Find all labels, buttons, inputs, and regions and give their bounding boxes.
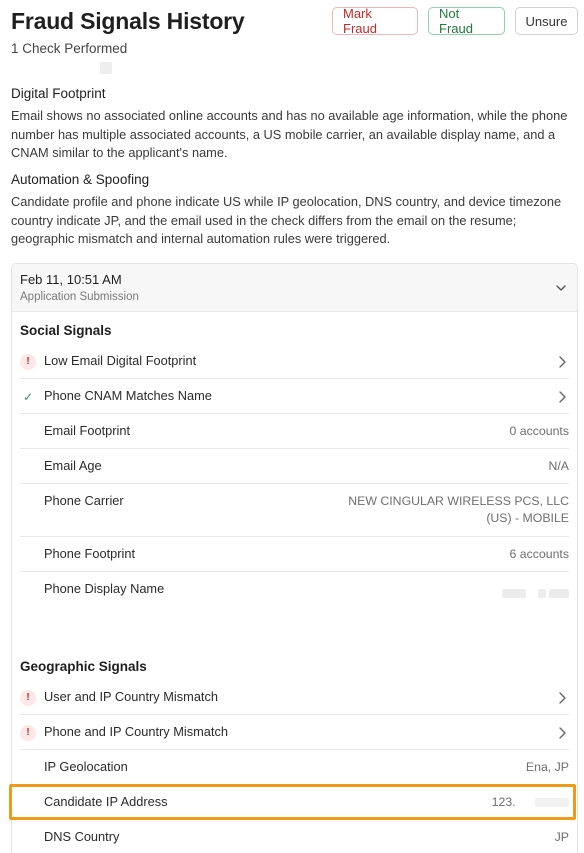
signal-row-phone-ip-mismatch[interactable]: ! Phone and IP Country Mismatch <box>20 715 569 750</box>
detail-value: NEW CINGULAR WIRELESS PCS, LLC (US) - MO… <box>348 493 569 527</box>
scrolled-off-content <box>11 62 121 74</box>
check-card-header[interactable]: Feb 11, 10:51 AM Application Submission <box>12 264 577 312</box>
check-date: Feb 11, 10:51 AM <box>20 272 122 287</box>
mark-fraud-button[interactable]: Mark Fraud <box>332 6 418 36</box>
carrier-type: (US) - MOBILE <box>486 511 569 525</box>
signal-row-user-ip-mismatch[interactable]: ! User and IP Country Mismatch <box>20 680 569 715</box>
detail-row-dns-country: DNS Country JP <box>20 820 569 853</box>
unsure-button[interactable]: Unsure <box>515 7 578 35</box>
detail-label: Phone Footprint <box>44 546 136 561</box>
carrier-name: NEW CINGULAR WIRELESS PCS, LLC <box>348 494 569 508</box>
signal-label: Phone and IP Country Mismatch <box>44 724 228 739</box>
geographic-signals-title: Geographic Signals <box>20 659 147 674</box>
chevron-right-icon[interactable] <box>557 726 567 740</box>
checks-count: 1 Check Performed <box>11 41 128 56</box>
detail-value: 6 accounts <box>509 547 569 561</box>
detail-label: Phone Display Name <box>44 581 165 596</box>
verdict-actions: Mark Fraud Not Fraud Unsure <box>332 6 578 36</box>
detail-value: JP <box>554 830 569 844</box>
detail-label: Email Age <box>44 458 102 473</box>
scrolled-off-chip <box>100 62 112 74</box>
signal-row-phone-cnam[interactable]: ✓ Phone CNAM Matches Name <box>20 379 569 414</box>
check-source: Application Submission <box>20 291 139 303</box>
page-header: Fraud Signals History 1 Check Performed … <box>11 6 578 59</box>
social-signals-title: Social Signals <box>20 323 112 338</box>
redacted-block <box>502 589 527 599</box>
signal-row-low-email-footprint[interactable]: ! Low Email Digital Footprint <box>20 344 569 379</box>
exclamation-icon: ! <box>20 725 36 741</box>
check-icon: ✓ <box>22 390 34 404</box>
exclamation-icon: ! <box>20 354 36 370</box>
check-card: Feb 11, 10:51 AM Application Submission … <box>11 263 578 853</box>
page-title: Fraud Signals History <box>11 8 245 34</box>
detail-label: DNS Country <box>44 829 120 844</box>
redacted-block <box>537 589 546 599</box>
detail-row-candidate-ip: Candidate IP Address 123. <box>20 785 569 820</box>
redacted-value <box>502 585 569 602</box>
chevron-down-icon[interactable] <box>555 282 567 294</box>
exclamation-icon: ! <box>20 690 36 706</box>
automation-spoofing-heading: Automation & Spoofing <box>11 172 150 187</box>
detail-value: 0 accounts <box>509 424 569 438</box>
detail-row-phone-display-name: Phone Display Name <box>20 572 569 607</box>
chevron-right-icon[interactable] <box>557 390 567 404</box>
redacted-block <box>549 589 569 599</box>
detail-label: Phone Carrier <box>44 493 124 508</box>
digital-footprint-heading: Digital Footprint <box>11 86 106 101</box>
detail-label: Candidate IP Address <box>44 794 168 809</box>
chevron-right-icon[interactable] <box>557 691 567 705</box>
signal-label: Low Email Digital Footprint <box>44 353 197 368</box>
detail-row-email-age: Email Age N/A <box>20 449 569 484</box>
detail-row-ip-geolocation: IP Geolocation Ena, JP <box>20 750 569 785</box>
detail-row-phone-footprint: Phone Footprint 6 accounts <box>20 537 569 572</box>
detail-row-phone-carrier: Phone Carrier NEW CINGULAR WIRELESS PCS,… <box>20 484 569 537</box>
detail-row-email-footprint: Email Footprint 0 accounts <box>20 414 569 449</box>
detail-label: Email Footprint <box>44 423 131 438</box>
chevron-right-icon[interactable] <box>557 355 567 369</box>
ip-prefix: 123. <box>491 795 516 809</box>
detail-value: Ena, JP <box>525 760 569 774</box>
redacted-block <box>535 798 569 808</box>
digital-footprint-text: Email shows no associated online account… <box>11 108 568 160</box>
not-fraud-button[interactable]: Not Fraud <box>428 6 505 36</box>
signal-label: User and IP Country Mismatch <box>44 689 219 704</box>
signal-label: Phone CNAM Matches Name <box>44 388 212 403</box>
automation-spoofing-text: Candidate profile and phone indicate US … <box>11 194 562 246</box>
detail-label: IP Geolocation <box>44 759 128 774</box>
detail-value: N/A <box>548 459 570 473</box>
detail-value: 123. <box>492 794 569 811</box>
